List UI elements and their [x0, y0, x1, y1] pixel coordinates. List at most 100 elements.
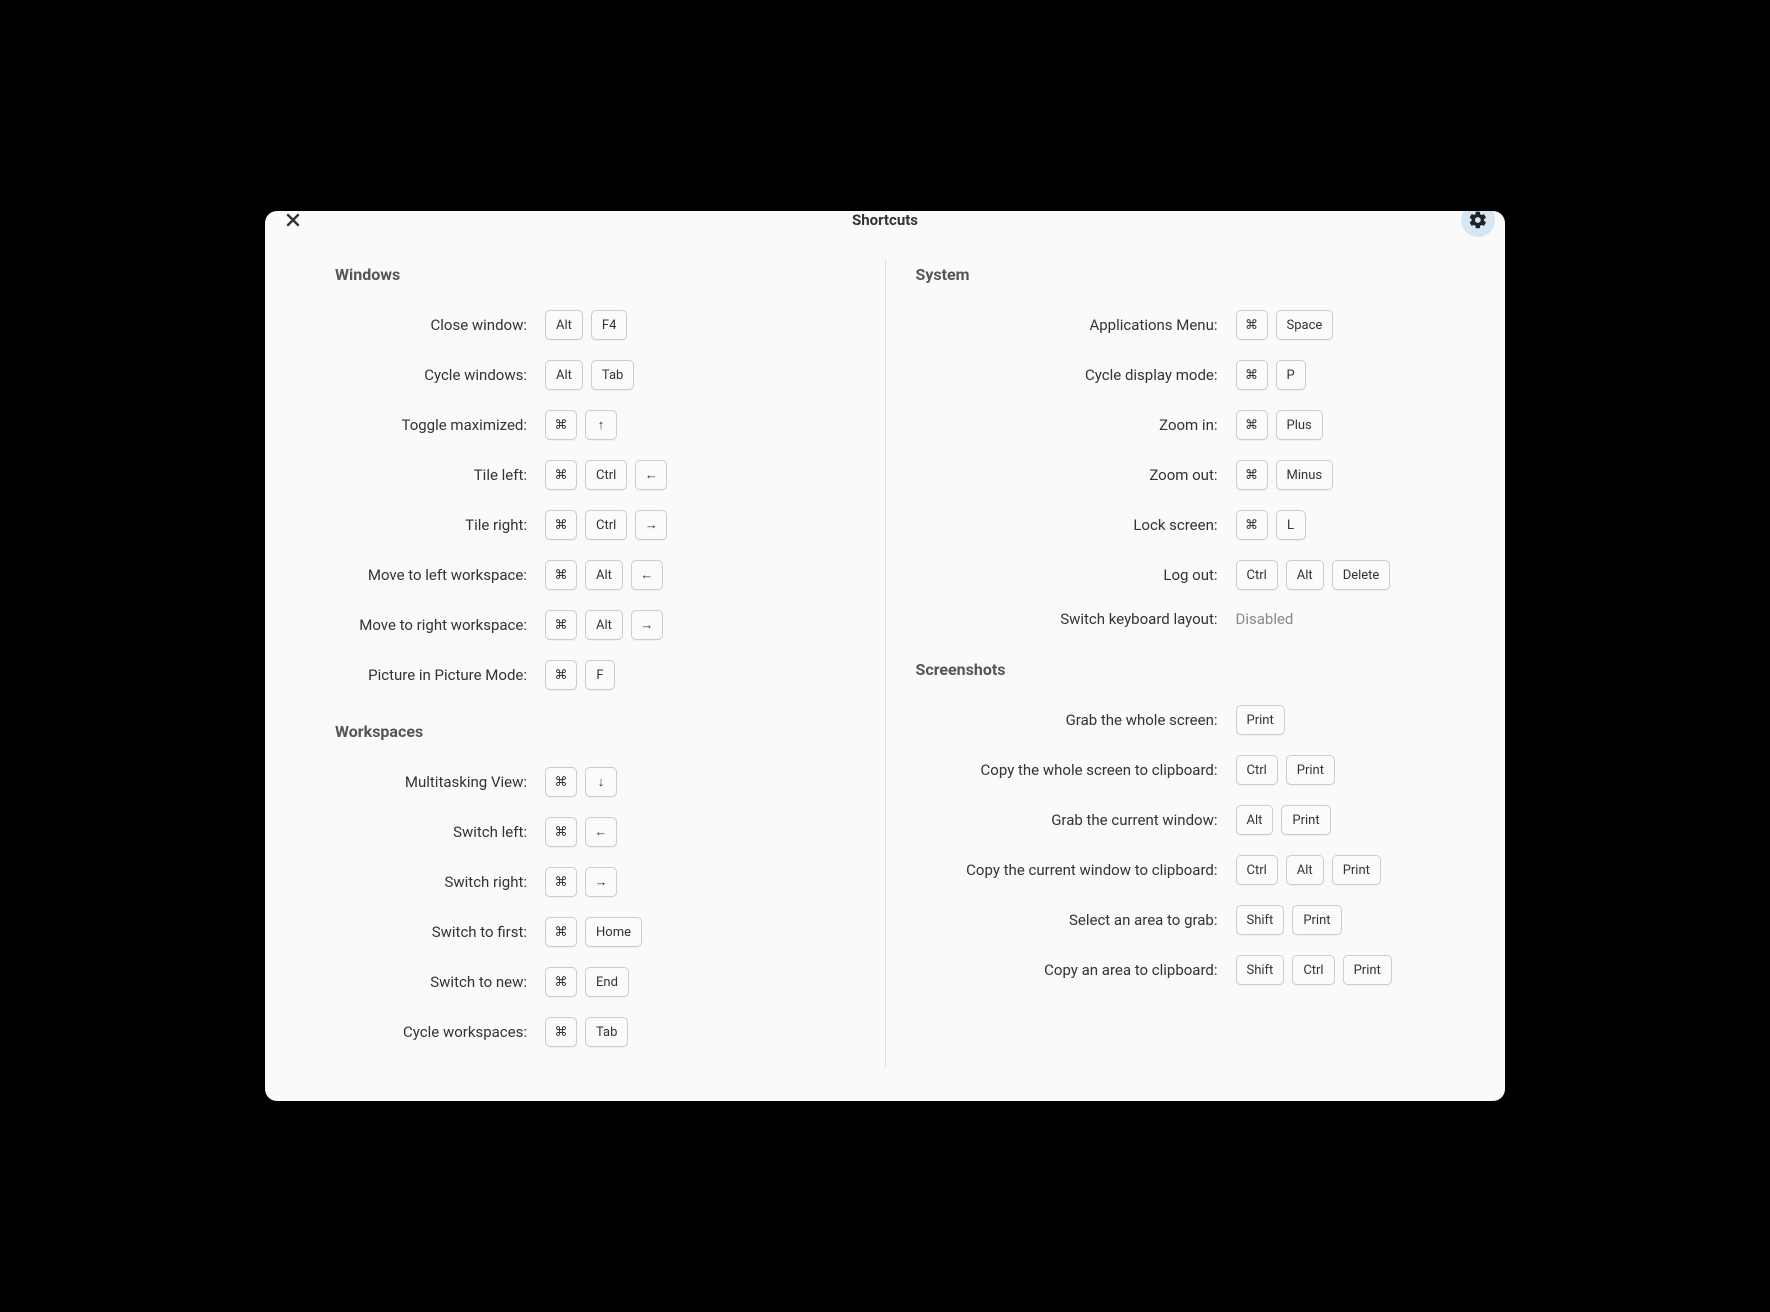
key-plus: Plus: [1276, 410, 1323, 440]
key-print: Print: [1292, 905, 1341, 935]
key-shift: Shift: [1236, 955, 1285, 985]
shortcut-label: Switch left:: [335, 823, 545, 841]
shortcut-label: Lock screen:: [916, 516, 1236, 534]
shortcut-label: Select an area to grab:: [916, 911, 1236, 929]
column-left: WindowsClose window:AltF4Cycle windows:A…: [305, 259, 886, 1067]
shortcut-label: Zoom out:: [916, 466, 1236, 484]
key-right: →: [635, 510, 667, 540]
key-shift: Shift: [1236, 905, 1285, 935]
key-end: End: [585, 967, 629, 997]
key-cmd: ⌘: [545, 660, 577, 690]
shortcut-row: Applications Menu:⌘Space: [916, 310, 1436, 340]
key-right: →: [585, 867, 617, 897]
gear-icon: [1468, 211, 1488, 230]
shortcut-row: Switch keyboard layout:Disabled: [916, 610, 1436, 628]
section-title: Screenshots: [916, 660, 1436, 679]
shortcut-row: Select an area to grab:ShiftPrint: [916, 905, 1436, 935]
shortcuts-window: Shortcuts WindowsClose window:AltF4Cycle…: [265, 211, 1505, 1101]
shortcut-row: Multitasking View:⌘↓: [335, 767, 855, 797]
titlebar: Shortcuts: [265, 211, 1505, 229]
key-delete: Delete: [1332, 560, 1391, 590]
shortcut-keys: ⌘Plus: [1236, 410, 1323, 440]
key-cmd: ⌘: [545, 460, 577, 490]
shortcut-row: Cycle workspaces:⌘Tab: [335, 1017, 855, 1047]
shortcut-keys: ⌘Home: [545, 917, 642, 947]
key-right: →: [631, 610, 663, 640]
key-f4: F4: [591, 310, 628, 340]
shortcut-keys: ⌘←: [545, 817, 617, 847]
shortcut-label: Tile left:: [335, 466, 545, 484]
shortcut-keys: ⌘↑: [545, 410, 617, 440]
key-tab: Tab: [585, 1017, 628, 1047]
shortcut-keys: ⌘ End: [545, 967, 629, 997]
disabled-text: Disabled: [1236, 610, 1294, 628]
shortcut-keys: CtrlAltDelete: [1236, 560, 1391, 590]
shortcut-label: Close window:: [335, 316, 545, 334]
shortcut-keys: CtrlAltPrint: [1236, 855, 1381, 885]
column-right: SystemApplications Menu:⌘SpaceCycle disp…: [886, 259, 1466, 1067]
shortcut-keys: Print: [1236, 705, 1285, 735]
shortcut-row: Log out:CtrlAltDelete: [916, 560, 1436, 590]
key-cmd: ⌘: [545, 1017, 577, 1047]
shortcut-label: Toggle maximized:: [335, 416, 545, 434]
shortcut-label: Switch keyboard layout:: [916, 610, 1236, 628]
shortcut-keys: AltTab: [545, 360, 634, 390]
key-alt: Alt: [585, 610, 623, 640]
key-alt: Alt: [585, 560, 623, 590]
shortcut-keys: ⌘ Alt →: [545, 610, 663, 640]
key-print: Print: [1236, 705, 1285, 735]
key-print: Print: [1286, 755, 1335, 785]
key-l: L: [1276, 510, 1306, 540]
shortcut-row: Lock screen:⌘L: [916, 510, 1436, 540]
key-alt: Alt: [1286, 560, 1324, 590]
window-title: Shortcuts: [852, 211, 918, 229]
close-icon: [286, 213, 300, 227]
content: WindowsClose window:AltF4Cycle windows:A…: [265, 229, 1505, 1101]
shortcut-row: Copy the whole screen to clipboard:CtrlP…: [916, 755, 1436, 785]
shortcut-row: Tile right:⌘Ctrl→: [335, 510, 855, 540]
shortcut-keys: AltPrint: [1236, 805, 1331, 835]
key-cmd: ⌘: [545, 967, 577, 997]
section-title: Windows: [335, 265, 855, 284]
shortcut-row: Grab the current window:AltPrint: [916, 805, 1436, 835]
shortcut-row: Tile left:⌘ Ctrl ←: [335, 460, 855, 490]
key-alt: Alt: [1236, 805, 1274, 835]
key-cmd: ⌘: [1236, 310, 1268, 340]
shortcut-row: Zoom in:⌘Plus: [916, 410, 1436, 440]
key-cmd: ⌘: [1236, 460, 1268, 490]
key-cmd: ⌘: [545, 867, 577, 897]
shortcut-row: Toggle maximized:⌘↑: [335, 410, 855, 440]
key-print: Print: [1332, 855, 1381, 885]
shortcut-row: Zoom out:⌘ Minus: [916, 460, 1436, 490]
shortcut-row: Close window:AltF4: [335, 310, 855, 340]
close-button[interactable]: [279, 211, 307, 234]
key-ctrl: Ctrl: [585, 460, 627, 490]
shortcut-label: Move to right workspace:: [335, 616, 545, 634]
key-ctrl: Ctrl: [1236, 855, 1278, 885]
shortcut-label: Copy the whole screen to clipboard:: [916, 761, 1236, 779]
key-left: ←: [635, 460, 667, 490]
shortcut-label: Log out:: [916, 566, 1236, 584]
key-ctrl: Ctrl: [1292, 955, 1334, 985]
key-cmd: ⌘: [545, 610, 577, 640]
key-left: ←: [631, 560, 663, 590]
key-minus: Minus: [1276, 460, 1334, 490]
key-left: ←: [585, 817, 617, 847]
shortcut-row: Picture in Picture Mode:⌘ F: [335, 660, 855, 690]
shortcut-keys: ShiftCtrl Print: [1236, 955, 1392, 985]
section-windows: WindowsClose window:AltF4Cycle windows:A…: [335, 265, 855, 690]
shortcut-label: Cycle windows:: [335, 366, 545, 384]
shortcut-label: Move to left workspace:: [335, 566, 545, 584]
shortcut-label: Picture in Picture Mode:: [335, 666, 545, 684]
key-print: Print: [1343, 955, 1392, 985]
shortcut-keys: ⌘Alt←: [545, 560, 663, 590]
shortcut-label: Tile right:: [335, 516, 545, 534]
section-title: Workspaces: [335, 722, 855, 741]
key-cmd: ⌘: [545, 510, 577, 540]
shortcut-row: Cycle display mode:⌘P: [916, 360, 1436, 390]
section-screenshots: ScreenshotsGrab the whole screen:PrintCo…: [916, 660, 1436, 985]
key-f: F: [585, 660, 615, 690]
key-alt: Alt: [545, 360, 583, 390]
key-space: Space: [1276, 310, 1334, 340]
shortcut-keys: ⌘↓: [545, 767, 617, 797]
